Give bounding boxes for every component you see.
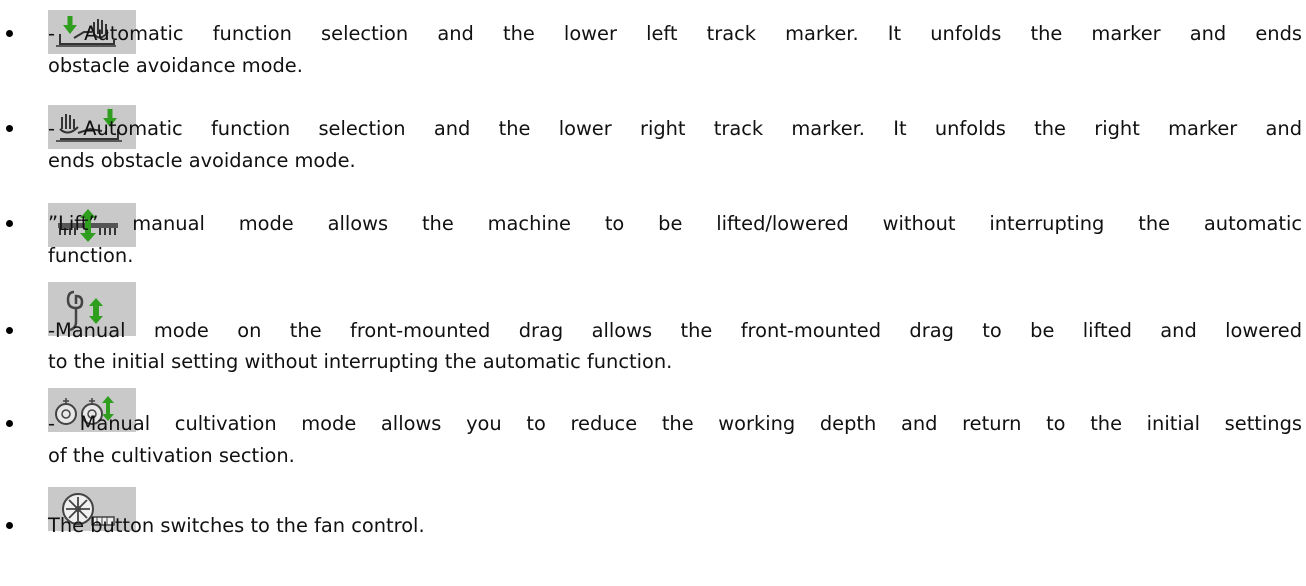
item-text-line: - Automatic function selection and the l…	[48, 22, 1302, 45]
item-text-line: - Manual cultivation mode allows you to …	[48, 412, 1302, 435]
bullet-icon	[6, 30, 13, 37]
item-text-line: obstacle avoidance mode.	[48, 54, 303, 77]
bullet-icon	[6, 125, 13, 132]
item-text-line: ends obstacle avoidance mode.	[48, 149, 356, 172]
item-text-line: of the cultivation section.	[48, 444, 295, 467]
item-text-line: to the initial setting without interrupt…	[48, 350, 673, 373]
bullet-icon	[6, 420, 13, 427]
item-text-line: - Automatic function selection and the l…	[48, 117, 1302, 140]
item-text-line: function.	[48, 244, 134, 267]
item-text-line: ”Lift” manual mode allows the machine to…	[48, 212, 1302, 235]
item-text-line: -Manual mode on the front-mounted drag a…	[48, 319, 1302, 342]
bullet-icon	[6, 327, 13, 334]
document-bullet-list: - Automatic function selection and the l…	[0, 0, 1306, 586]
bullet-icon	[6, 220, 13, 227]
item-text-line: The button switches to the fan control.	[48, 514, 425, 537]
bullet-icon	[6, 522, 13, 529]
